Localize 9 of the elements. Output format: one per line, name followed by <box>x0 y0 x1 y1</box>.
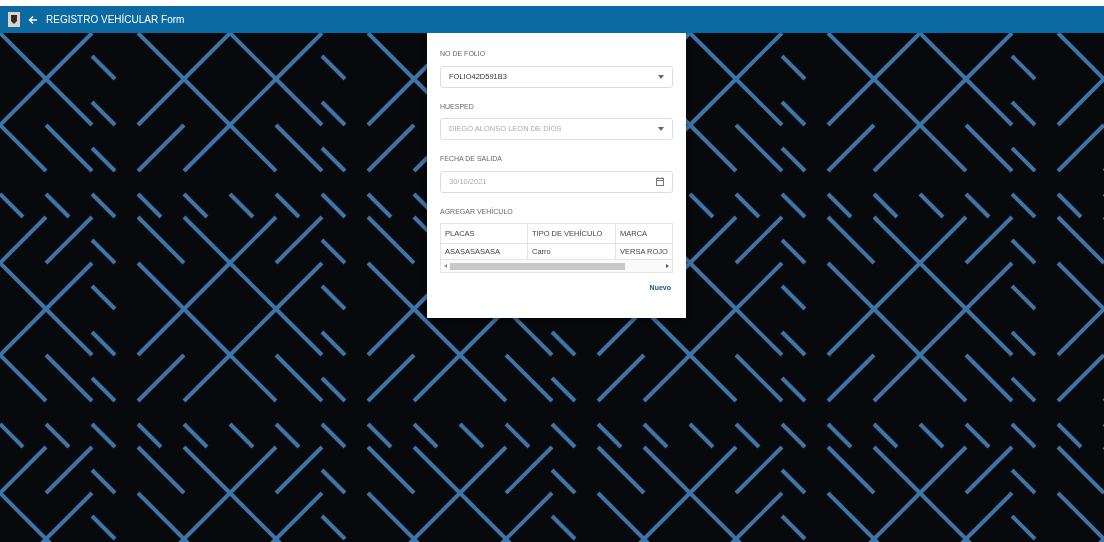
caret-icon <box>658 127 664 131</box>
caret-icon <box>658 74 664 79</box>
scrollbar-thumb[interactable] <box>450 262 625 270</box>
page-title: REGISTRO VEHÍCULAR Form <box>46 12 185 27</box>
scroll-left-icon[interactable] <box>444 264 447 268</box>
back-arrow-icon[interactable] <box>28 14 38 25</box>
logo-icon <box>8 12 20 27</box>
scroll-right-icon[interactable] <box>666 264 669 268</box>
calendar-icon <box>656 177 664 186</box>
